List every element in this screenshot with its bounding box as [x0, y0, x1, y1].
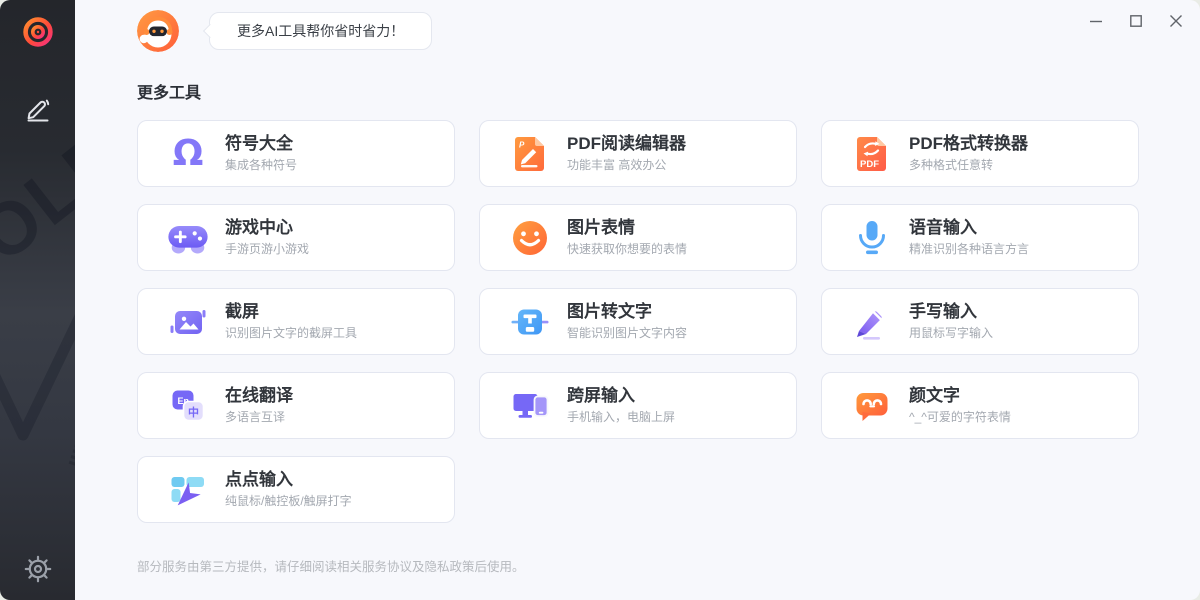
image-to-text-icon	[508, 301, 552, 343]
tool-card-pdf-converter[interactable]: PDF PDF格式转换器 多种格式任意转	[821, 120, 1139, 187]
tool-card-cross-screen-input[interactable]: 跨屏输入 手机输入，电脑上屏	[479, 372, 797, 439]
tool-card-screenshot[interactable]: 截屏 识别图片文字的截屏工具	[137, 288, 455, 355]
tool-title: 在线翻译	[225, 386, 293, 406]
pdf-convert-icon: PDF	[850, 133, 894, 175]
tool-card-image-emoji[interactable]: 图片表情 快速获取你想要的表情	[479, 204, 797, 271]
tool-card-kaomoji[interactable]: 颜文字 ^_^可爱的字符表情	[821, 372, 1139, 439]
tool-title: 符号大全	[225, 134, 297, 154]
gamepad-icon	[166, 217, 210, 259]
tool-card-image-to-text[interactable]: 图片转文字 智能识别图片文字内容	[479, 288, 797, 355]
pdf-edit-icon: P	[508, 133, 552, 175]
tool-subtitle: ^_^可爱的字符表情	[909, 408, 1011, 425]
screenshot-icon	[166, 301, 210, 343]
tool-card-click-input[interactable]: 点点输入 纯鼠标/触控板/触屏打字	[137, 456, 455, 523]
tool-title: 跨屏输入	[567, 386, 675, 406]
main-panel: 更多AI工具帮你省时省力！ 更多工具 Ω 符号大全 集成各种符号	[75, 0, 1200, 600]
tool-title: 截屏	[225, 302, 357, 322]
tool-subtitle: 识别图片文字的截屏工具	[225, 324, 357, 341]
omega-icon: Ω	[166, 133, 210, 175]
tool-title: 手写输入	[909, 302, 993, 322]
translate-icon: En 中	[166, 385, 210, 427]
click-input-icon	[166, 469, 210, 511]
tool-subtitle: 手机输入，电脑上屏	[567, 408, 675, 425]
tool-card-voice-input[interactable]: 语音输入 精准识别各种语言方言	[821, 204, 1139, 271]
tool-card-online-translate[interactable]: En 中 在线翻译 多语言互译	[137, 372, 455, 439]
svg-text:中: 中	[188, 405, 199, 419]
page-title: 更多工具	[137, 79, 1142, 103]
svg-text:P: P	[519, 140, 525, 149]
tool-title: 颜文字	[909, 386, 1011, 406]
tool-subtitle: 手游页游小游戏	[225, 240, 309, 257]
smiley-icon	[508, 217, 552, 259]
tool-card-handwriting-input[interactable]: 手写输入 用鼠标写字输入	[821, 288, 1139, 355]
svg-text:PDF: PDF	[860, 159, 879, 170]
app-window: OLD	[0, 0, 1200, 600]
tool-subtitle: 用鼠标写字输入	[909, 324, 993, 341]
tool-title: PDF阅读编辑器	[567, 134, 686, 154]
handwriting-pen-icon	[850, 301, 894, 343]
minimize-button[interactable]	[1086, 11, 1106, 31]
tool-subtitle: 智能识别图片文字内容	[567, 324, 687, 341]
sidebar: OLD	[0, 0, 75, 600]
maximize-button[interactable]	[1126, 11, 1146, 31]
close-button[interactable]	[1166, 11, 1186, 31]
tool-subtitle: 多语言互译	[225, 408, 293, 425]
tool-card-game-center[interactable]: 游戏中心 手游页游小游戏	[137, 204, 455, 271]
tool-title: 点点输入	[225, 470, 352, 490]
watermark-chevron	[0, 300, 75, 475]
cross-screen-icon	[508, 385, 552, 427]
tool-title: 图片转文字	[567, 302, 687, 322]
window-controls	[1086, 11, 1186, 31]
tool-card-pdf-editor[interactable]: P PDF阅读编辑器 功能丰富 高效办公	[479, 120, 797, 187]
tool-card-symbols[interactable]: Ω 符号大全 集成各种符号	[137, 120, 455, 187]
tool-subtitle: 多种格式任意转	[909, 156, 1028, 173]
assistant-speech-bubble: 更多AI工具帮你省时省力！	[209, 12, 432, 50]
tool-subtitle: 快速获取你想要的表情	[567, 240, 687, 257]
tools-grid: Ω 符号大全 集成各种符号 P	[137, 120, 1142, 523]
pen-icon[interactable]	[23, 92, 53, 122]
tool-title: 语音输入	[909, 218, 1029, 238]
tool-title: 游戏中心	[225, 218, 309, 238]
third-party-disclaimer: 部分服务由第三方提供，请仔细阅读相关服务协议及隐私政策后使用。	[137, 556, 1142, 575]
robot-mascot-avatar[interactable]	[137, 10, 179, 52]
tool-subtitle: 功能丰富 高效办公	[567, 156, 686, 173]
tool-subtitle: 纯鼠标/触控板/触屏打字	[225, 492, 352, 509]
kaomoji-icon	[850, 385, 894, 427]
tool-title: 图片表情	[567, 218, 687, 238]
tool-subtitle: 精准识别各种语言方言	[909, 240, 1029, 257]
tool-title: PDF格式转换器	[909, 134, 1028, 154]
tool-subtitle: 集成各种符号	[225, 156, 297, 173]
gear-icon[interactable]	[23, 554, 53, 584]
target-logo-icon[interactable]	[20, 14, 56, 50]
microphone-icon	[850, 217, 894, 259]
sidebar-watermark: OLD	[0, 110, 75, 279]
assistant-header: 更多AI工具帮你省时省力！	[137, 10, 1142, 52]
